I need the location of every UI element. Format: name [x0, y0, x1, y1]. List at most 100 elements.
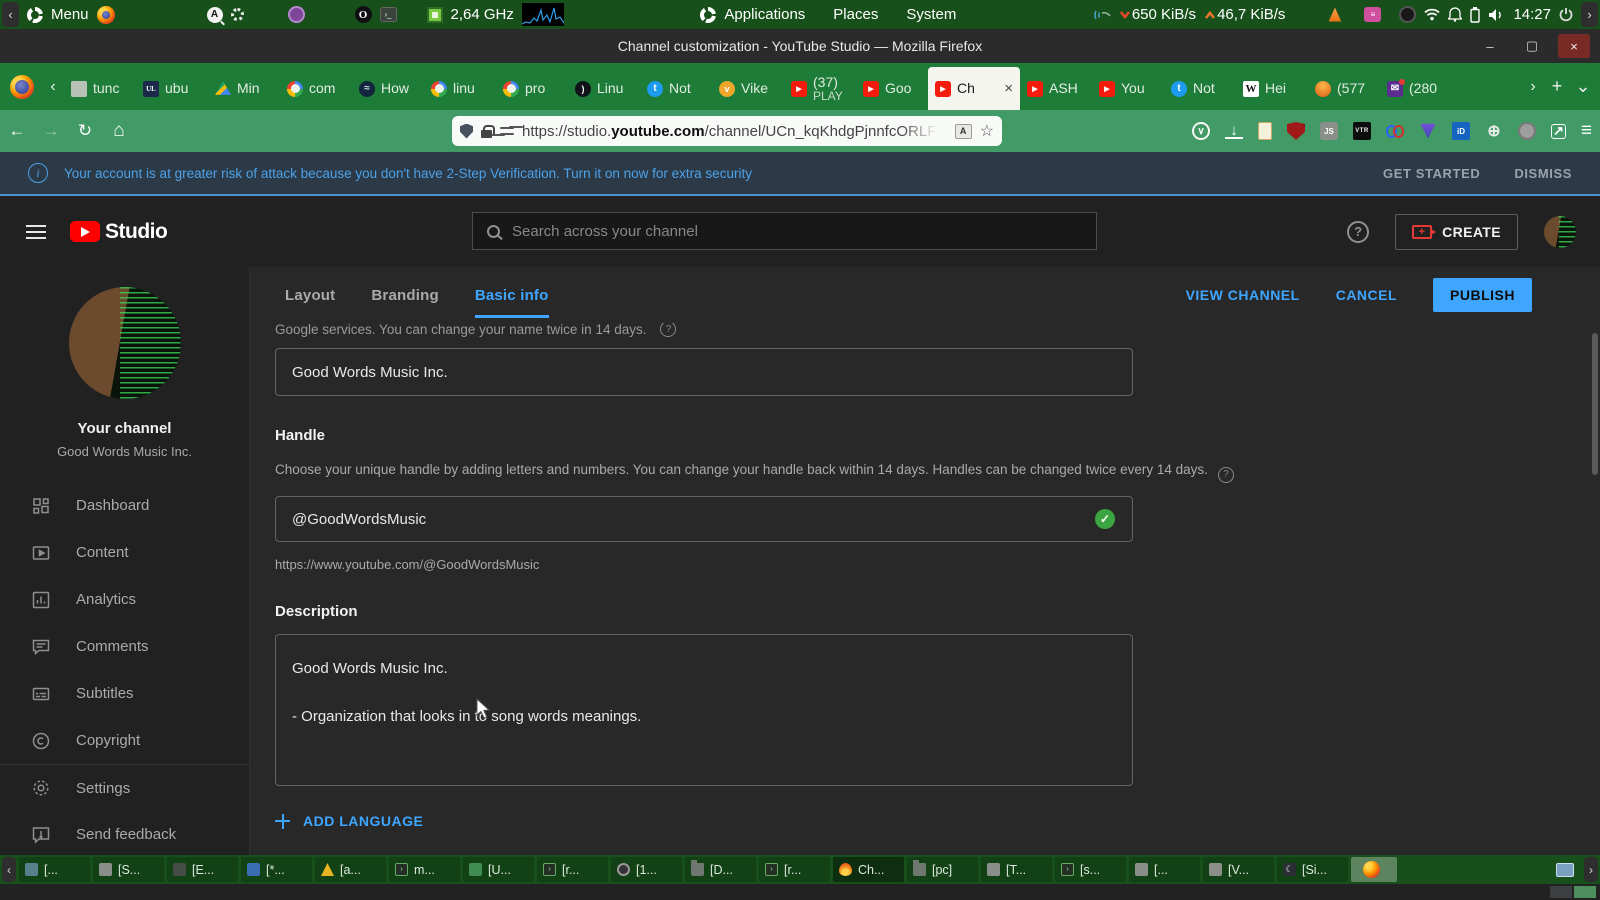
taskbar-window-button[interactable]: [pc] [907, 857, 978, 882]
help-question-icon[interactable]: ? [1217, 467, 1234, 483]
add-language-button[interactable]: ADD LANGUAGE [275, 813, 1600, 829]
globe-extension-icon[interactable]: ⊕ [1485, 122, 1503, 140]
firefox-launcher-icon[interactable] [96, 5, 115, 24]
sidebar-item[interactable]: Send feedback [0, 811, 249, 858]
youtube-studio-logo[interactable]: Studio [70, 220, 168, 244]
sidebar-item[interactable]: Comments [0, 623, 249, 670]
vlc-icon[interactable] [1328, 7, 1342, 22]
panel-scroll-left-icon[interactable]: ‹ [2, 2, 19, 27]
customization-tab[interactable]: Branding [371, 267, 438, 323]
tabs-scroll-left-icon[interactable]: ‹ [42, 78, 64, 96]
browser-tab[interactable]: (37) PLAY [784, 67, 856, 110]
reload-icon[interactable]: ↻ [68, 121, 102, 141]
show-desktop-icon[interactable] [1556, 862, 1574, 877]
js-blocker-icon[interactable]: JS [1320, 122, 1338, 140]
help-question-icon[interactable]: ? [660, 323, 677, 337]
help-icon[interactable]: ? [1347, 220, 1370, 243]
browser-tab[interactable]: Min [208, 67, 280, 110]
download-icon[interactable]: ↓ [1225, 122, 1243, 139]
publish-button[interactable]: PUBLISH [1433, 278, 1532, 312]
permissions-icon[interactable] [500, 126, 514, 136]
share-extension-icon[interactable]: ↗ [1551, 123, 1566, 139]
taskbar-window-button[interactable]: [r... [537, 857, 608, 882]
taskbar-window-button[interactable]: [U... [463, 857, 534, 882]
taskbar-window-button[interactable]: [... [19, 857, 90, 882]
taskbar-window-button[interactable]: [S... [93, 857, 164, 882]
get-started-button[interactable]: GET STARTED [1383, 166, 1480, 181]
taskbar-window-button[interactable]: m... [389, 857, 460, 882]
minimize-icon[interactable]: – [1474, 34, 1506, 58]
id-extension-icon[interactable]: iD [1452, 122, 1470, 140]
network-signal-icon[interactable] [1093, 8, 1111, 22]
volume-icon[interactable] [1488, 8, 1505, 22]
menu-label[interactable]: Menu [51, 6, 89, 23]
taskbar-window-button[interactable] [1351, 857, 1397, 882]
tray-circle-icon[interactable] [1399, 6, 1417, 23]
browser-tab[interactable]: tunc [64, 67, 136, 110]
cookie-extension-icon[interactable] [1518, 122, 1536, 140]
terminal-launcher-icon[interactable]: ›_ [379, 7, 397, 22]
customization-tab[interactable]: Layout [285, 267, 335, 323]
triangle-extension-icon[interactable] [1420, 123, 1436, 139]
taskbar-window-button[interactable]: [*... [241, 857, 312, 882]
clock[interactable]: 14:27 [1513, 6, 1551, 23]
tor-icon[interactable] [287, 6, 305, 23]
browser-tab[interactable]: Vike [712, 67, 784, 110]
new-tab-icon[interactable]: + [1544, 76, 1570, 97]
notifications-bell-icon[interactable] [1448, 7, 1463, 22]
channel-avatar[interactable] [68, 287, 181, 399]
tabs-scroll-right-icon[interactable]: › [1522, 78, 1544, 96]
distro-menu-icon[interactable] [27, 6, 43, 23]
pocket-icon[interactable]: ∨ [1192, 122, 1210, 140]
taskbar-window-button[interactable]: [s... [1055, 857, 1126, 882]
browser-tab[interactable]: Hei [1236, 67, 1308, 110]
taskbar-window-button[interactable]: [D... [685, 857, 756, 882]
browser-tab[interactable]: pro [496, 67, 568, 110]
applications-menu-icon[interactable] [700, 6, 717, 23]
wifi-icon[interactable] [1424, 8, 1441, 21]
tab-close-icon[interactable]: × [1004, 80, 1013, 97]
search-tool-icon[interactable]: A [206, 6, 223, 23]
browser-tab[interactable]: ubu [136, 67, 208, 110]
tray-app-icon[interactable]: ≡ [1364, 7, 1382, 22]
browser-tab[interactable]: (577 [1308, 67, 1380, 110]
lock-icon[interactable] [481, 124, 495, 138]
url-text[interactable]: https://studio.youtube.com/channel/UCn_k… [522, 122, 947, 140]
browser-tab[interactable]: ASH [1020, 67, 1092, 110]
description-textarea[interactable]: Good Words Music Inc. - Organization tha… [275, 634, 1133, 786]
places-menu[interactable]: Places [833, 6, 878, 23]
translate-icon[interactable]: A [954, 123, 972, 139]
sidebar-item[interactable]: Content [0, 529, 249, 576]
browser-tab[interactable]: Ch × [928, 67, 1020, 110]
firefox-menu-icon[interactable] [10, 74, 34, 99]
browser-tab[interactable]: (280 [1380, 67, 1452, 110]
hamburger-menu-icon[interactable]: ≡ [1581, 120, 1592, 142]
taskbar-scroll-left-icon[interactable]: ‹ [2, 857, 16, 882]
taskbar-window-button[interactable]: [Si... [1277, 857, 1348, 882]
taskbar-window-button[interactable]: [V... [1203, 857, 1274, 882]
sidebar-item[interactable]: Analytics [0, 576, 249, 623]
taskbar-window-button[interactable]: [a... [315, 857, 386, 882]
system-menu[interactable]: System [906, 6, 956, 23]
browser-tab[interactable]: Not [640, 67, 712, 110]
panel-scroll-right-icon[interactable]: › [1580, 2, 1598, 27]
handle-input[interactable] [275, 496, 1133, 542]
taskbar-window-button[interactable]: [T... [981, 857, 1052, 882]
taskbar-scroll-right-icon[interactable]: › [1584, 857, 1598, 882]
links-extension-icon[interactable] [1386, 122, 1404, 140]
scrollbar-thumb[interactable] [1592, 333, 1598, 475]
browser-tab[interactable]: Not [1164, 67, 1236, 110]
sidebar-item[interactable]: Copyright [0, 717, 249, 764]
studio-hamburger-icon[interactable] [26, 224, 46, 239]
sidebar-item[interactable]: Dashboard [0, 482, 249, 529]
channel-name-input[interactable] [275, 348, 1133, 396]
power-icon[interactable] [1559, 7, 1573, 22]
home-icon[interactable]: ⌂ [102, 120, 136, 142]
all-tabs-icon[interactable]: ⌄ [1570, 76, 1596, 97]
applications-menu[interactable]: Applications [724, 6, 805, 23]
browser-tab[interactable]: Linu [568, 67, 640, 110]
browser-tab[interactable]: Goo [856, 67, 928, 110]
taskbar-window-button[interactable]: Ch... [833, 857, 904, 882]
sidebar-item[interactable]: Subtitles [0, 670, 249, 717]
url-bar[interactable]: https://studio.youtube.com/channel/UCn_k… [452, 116, 1002, 146]
